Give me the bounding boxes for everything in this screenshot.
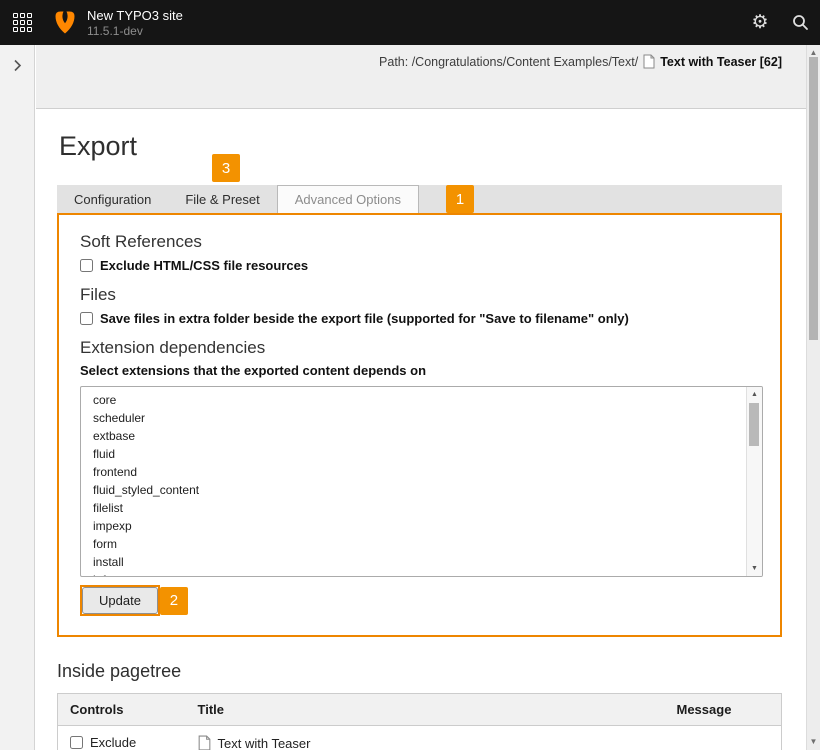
expand-navigation-button[interactable]	[0, 51, 35, 79]
site-title: New TYPO3 site	[87, 9, 183, 22]
breadcrumb: Path: /Congratulations/Content Examples/…	[379, 54, 782, 69]
message-column-header: Message	[665, 694, 782, 726]
exclude-htmlcss-label: Exclude HTML/CSS file resources	[100, 258, 308, 273]
exclude-htmlcss-row: Exclude HTML/CSS file resources	[80, 257, 780, 273]
extension-option[interactable]: scheduler	[81, 409, 762, 427]
soft-references-heading: Soft References	[80, 232, 780, 252]
page-title: Export	[59, 132, 782, 160]
extension-option[interactable]: install	[81, 553, 762, 571]
site-info: New TYPO3 site 11.5.1-dev	[87, 9, 183, 37]
record-title: Text with Teaser [62]	[660, 55, 782, 69]
path-label: Path: /Congratulations/Content Examples/…	[379, 55, 638, 69]
page-icon	[643, 54, 655, 69]
save-files-extra-folder-checkbox[interactable]	[80, 312, 93, 325]
export-tabs: Configuration File & Preset Advanced Opt…	[57, 185, 782, 213]
listbox-scroll-down-icon[interactable]: ▼	[747, 564, 762, 573]
modules-menu-button[interactable]	[0, 0, 45, 45]
tab-configuration[interactable]: Configuration	[57, 185, 168, 213]
advanced-options-panel: Soft References Exclude HTML/CSS file re…	[57, 213, 782, 637]
content-element-icon	[198, 735, 211, 750]
extension-option[interactable]: fluid	[81, 445, 762, 463]
scroll-down-arrow-icon[interactable]: ▼	[807, 737, 820, 747]
title-column-header: Title	[186, 694, 665, 726]
extension-option[interactable]: info	[81, 571, 762, 577]
annotation-mark-3: 3	[212, 154, 240, 182]
annotation-mark-2: 2	[160, 587, 188, 615]
typo3-logo-icon[interactable]	[53, 10, 77, 35]
save-files-extra-folder-row: Save files in extra folder beside the ex…	[80, 310, 780, 326]
search-button[interactable]	[780, 0, 820, 45]
listbox-scrollbar[interactable]: ▲ ▼	[746, 387, 762, 576]
workspace: ▲ ▼ Path: /Congratulations/Content Examp…	[0, 45, 820, 750]
table-row: Exclude Text with Teaser	[58, 726, 782, 750]
search-icon	[792, 14, 809, 31]
listbox-scrollbar-thumb[interactable]	[749, 403, 759, 446]
exclude-record-label: Exclude	[90, 735, 136, 750]
main-vertical-scrollbar[interactable]: ▲ ▼	[806, 45, 820, 750]
exclude-htmlcss-checkbox[interactable]	[80, 259, 93, 272]
module-content: Export 3 Configuration File & Preset Adv…	[36, 110, 806, 750]
topbar: New TYPO3 site 11.5.1-dev ⚙	[0, 0, 820, 45]
grid-icon	[13, 13, 32, 32]
save-files-extra-folder-label: Save files in extra folder beside the ex…	[100, 311, 629, 326]
update-button-highlight: Update	[80, 585, 160, 616]
main-scrollbar-thumb[interactable]	[809, 57, 818, 340]
files-heading: Files	[80, 285, 780, 305]
record-row-title: Text with Teaser	[218, 736, 311, 750]
docheader: Path: /Congratulations/Content Examples/…	[36, 45, 806, 109]
controls-column-header: Controls	[58, 694, 186, 726]
pagetree-table: Controls Title Message Exclude	[57, 693, 782, 750]
settings-button[interactable]: ⚙	[740, 0, 780, 45]
extension-dependencies-heading: Extension dependencies	[80, 338, 780, 358]
extension-option[interactable]: impexp	[81, 517, 762, 535]
tab-advanced-options[interactable]: Advanced Options	[277, 185, 419, 213]
navigation-rail	[0, 45, 35, 750]
extension-option[interactable]: fluid_styled_content	[81, 481, 762, 499]
extensions-multiselect[interactable]: core scheduler extbase fluid frontend fl…	[80, 386, 763, 577]
listbox-scroll-up-icon[interactable]: ▲	[747, 390, 762, 399]
extension-option[interactable]: extbase	[81, 427, 762, 445]
update-button[interactable]: Update	[82, 587, 158, 614]
record-row-message	[665, 726, 782, 750]
table-header-row: Controls Title Message	[58, 694, 782, 726]
exclude-record-checkbox[interactable]	[70, 736, 83, 749]
inside-pagetree-heading: Inside pagetree	[57, 660, 782, 682]
site-version: 11.5.1-dev	[87, 25, 183, 37]
extension-option[interactable]: frontend	[81, 463, 762, 481]
extensions-select-label: Select extensions that the exported cont…	[80, 363, 780, 378]
exclude-record-row: Exclude	[70, 735, 174, 750]
extension-option[interactable]: form	[81, 535, 762, 553]
chevron-right-icon	[13, 59, 22, 72]
annotation-mark-1: 1	[446, 185, 474, 213]
extension-option[interactable]: filelist	[81, 499, 762, 517]
extension-option[interactable]: core	[81, 391, 762, 409]
tab-file-and-preset[interactable]: File & Preset	[168, 185, 276, 213]
gear-icon: ⚙	[751, 13, 768, 32]
